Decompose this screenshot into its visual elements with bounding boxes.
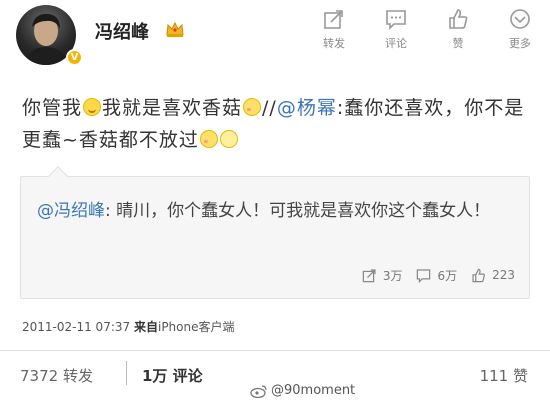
watermark: @90moment (250, 383, 355, 398)
comments-tab[interactable]: 1万 评论 (142, 365, 203, 386)
mention-link[interactable]: @杨幂 (277, 97, 337, 119)
post-text-part: 我就是喜欢香菇 (102, 97, 243, 119)
more-action[interactable]: 更多 (498, 8, 542, 58)
crown-icon (166, 21, 184, 37)
divider (0, 350, 550, 351)
repost-repost-value: 3万 (382, 268, 403, 283)
repost-icon (362, 268, 376, 282)
weibo-post-screen: V 冯绍峰 转发 评论 赞 更多 你管我 我就是喜欢香菇 //@杨幂:蠢你还喜欢… (0, 0, 550, 409)
comment-icon (386, 10, 406, 30)
post-text: 你管我 我就是喜欢香菇//@杨幂:蠢你还喜欢，你不是更蠢~香菇都不放过 (22, 92, 527, 156)
likes-tab[interactable]: 111 赞 (480, 365, 528, 386)
post-source[interactable]: iPhone客户端 (158, 320, 235, 334)
comment-icon (417, 268, 431, 283)
reposted-content[interactable]: @冯绍峰: 晴川，你个蠢女人！可我就是喜欢你这个蠢女人！ 3万 6万 223 (20, 166, 530, 299)
thumbs-up-icon (472, 268, 486, 282)
repost-notch (48, 166, 68, 186)
smile-emoji-icon (83, 98, 102, 116)
repost-like-value: 223 (492, 268, 515, 282)
repost-comment-value: 6万 (437, 268, 458, 283)
shy-emoji-icon (199, 130, 218, 148)
comment-action[interactable]: 评论 (374, 8, 418, 58)
more-action-label: 更多 (509, 37, 531, 50)
username[interactable]: 冯绍峰 (95, 18, 149, 44)
repost-action-label: 转发 (323, 37, 345, 50)
repost-body: : 晴川，你个蠢女人！可我就是喜欢你这个蠢女人！ (105, 201, 491, 221)
post-actions: 转发 评论 赞 更多 (312, 8, 544, 58)
post-timestamp: 2011-02-11 07:37 (22, 320, 131, 334)
reposts-tab[interactable]: 7372 转发 (20, 365, 93, 386)
shy-emoji-icon (243, 98, 262, 116)
post-meta: 2011-02-11 07:37 来自iPhone客户端 (22, 318, 235, 335)
grin-emoji-icon (219, 130, 238, 148)
repost-comment-count[interactable]: 6万 (416, 267, 457, 284)
repost-icon (324, 10, 343, 29)
more-icon (510, 9, 530, 29)
watermark-text: @90moment (271, 383, 356, 398)
comment-action-label: 评论 (385, 37, 407, 50)
repost-mention-link[interactable]: @冯绍峰 (37, 201, 105, 221)
verified-badge-icon: V (66, 49, 83, 66)
repost-repost-count[interactable]: 3万 (362, 267, 403, 284)
post-text-part: // (262, 97, 277, 119)
avatar-container[interactable]: V (16, 5, 84, 66)
thumbs-up-icon (449, 9, 468, 29)
post-text-part: 你管我 (22, 97, 83, 119)
repost-like-count[interactable]: 223 (471, 268, 515, 283)
repost-stats: 3万 6万 223 (348, 265, 515, 285)
stats-separator (126, 361, 127, 385)
like-action[interactable]: 赞 (436, 8, 480, 58)
repost-action[interactable]: 转发 (312, 8, 356, 58)
source-prefix: 来自 (133, 320, 158, 334)
repost-text: @冯绍峰: 晴川，你个蠢女人！可我就是喜欢你这个蠢女人！ (37, 195, 517, 228)
like-action-label: 赞 (452, 37, 464, 50)
weibo-logo-icon (250, 384, 267, 398)
